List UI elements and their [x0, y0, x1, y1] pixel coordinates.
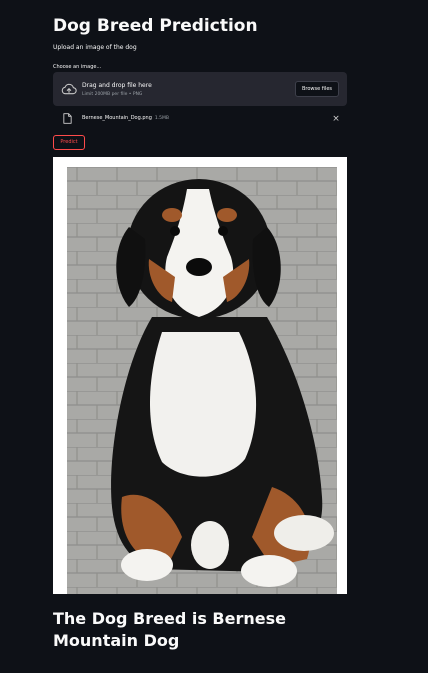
- browse-files-button[interactable]: Browse files: [295, 81, 339, 97]
- uploaded-image-frame: [53, 157, 347, 594]
- dropzone-limit: Limit 200MB per file • PNG: [82, 92, 143, 97]
- uploader-label: Choose an image...: [53, 64, 102, 70]
- dog-photo: [67, 167, 337, 594]
- file-size: 1.5MB: [154, 116, 170, 121]
- dropzone-instructions: Drag and drop file here: [82, 82, 152, 89]
- prediction-result: The Dog Breed is Bernese Mountain Dog: [53, 609, 286, 650]
- predict-button[interactable]: Predict: [53, 135, 85, 150]
- uploaded-file: Bernese_Mountain_Dog.png 1.5MB ×: [53, 112, 347, 126]
- cloud-upload-icon: [61, 83, 77, 95]
- file-icon: [63, 113, 72, 124]
- file-dropzone[interactable]: Drag and drop file here Limit 200MB per …: [53, 72, 347, 106]
- file-name: Bernese_Mountain_Dog.png: [82, 115, 152, 121]
- file-name-line: Bernese_Mountain_Dog.png 1.5MB: [82, 115, 169, 122]
- page-title: Dog Breed Prediction: [53, 16, 258, 36]
- page-subtitle: Upload an image of the dog: [53, 44, 137, 51]
- close-icon[interactable]: ×: [331, 113, 341, 125]
